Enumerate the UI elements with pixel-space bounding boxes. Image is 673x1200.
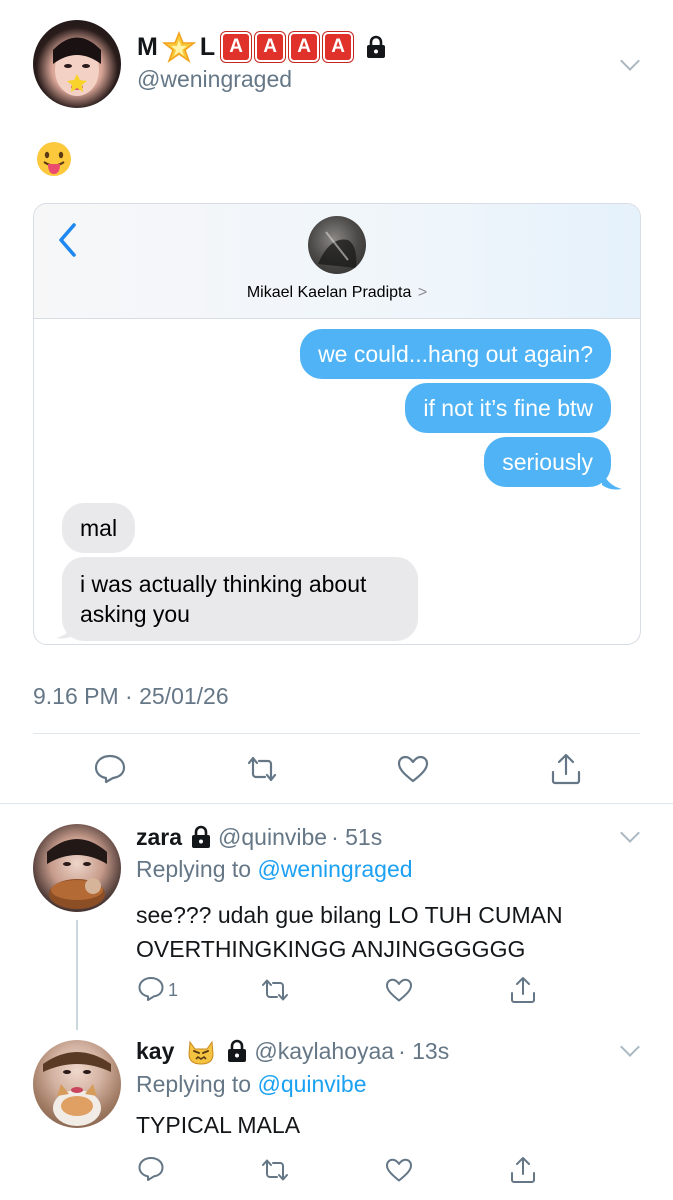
section-divider	[0, 803, 673, 804]
reply2-replying: Replying to @quinvibe	[136, 1071, 367, 1098]
contact-name: Mikael Kaelan Pradipta	[246, 284, 412, 301]
reply1-time: · 51s	[331, 823, 383, 850]
reply2-header: kay @kaylahoyaa · 13s	[136, 1036, 449, 1066]
sent-bubble-tail	[602, 469, 622, 490]
contact-chevron-icon: >	[417, 284, 428, 301]
contact-avatar	[308, 216, 366, 274]
name-letter-m: M	[137, 32, 158, 61]
reply2-replying-label: Replying to	[136, 1071, 252, 1097]
reply1-avatar[interactable]	[33, 824, 121, 912]
reply2-avatar-art	[43, 1052, 111, 1126]
received-bubble-2: i was actually thinking about asking you	[62, 557, 418, 641]
retweet-icon[interactable]	[244, 753, 280, 785]
reply2-replying-to[interactable]: @quinvibe	[257, 1071, 366, 1097]
reply-icon[interactable]	[93, 752, 127, 784]
contact-name-row[interactable]: Mikael Kaelan Pradipta >	[34, 284, 640, 302]
badge-a-2: A	[255, 32, 286, 62]
tweet-emoji	[35, 140, 73, 183]
name-letter-l: L	[199, 32, 216, 61]
like-icon[interactable]	[384, 976, 414, 1004]
sent-bubble-3: seriously	[484, 437, 611, 487]
reply1-avatar-art	[47, 839, 107, 909]
retweet-icon[interactable]	[259, 976, 291, 1004]
reply1-replying-label: Replying to	[136, 856, 252, 882]
imessage-screenshot[interactable]: Mikael Kaelan Pradipta > we could...hang…	[33, 203, 641, 645]
reply2-time: · 13s	[398, 1037, 450, 1064]
author-avatar[interactable]	[33, 20, 121, 108]
reply2-avatar[interactable]	[33, 1040, 121, 1128]
star-emoji-icon	[161, 31, 196, 63]
reply1-header: zara @quinvibe · 51s	[136, 822, 382, 852]
received-bubble-1: mal	[62, 503, 136, 553]
reply1-replying: Replying to @weningraged	[136, 856, 413, 883]
reply1-actions: 1	[0, 975, 673, 1005]
like-icon[interactable]	[396, 753, 430, 785]
badge-a-1: A	[221, 32, 252, 62]
imessage-header: Mikael Kaelan Pradipta >	[34, 204, 640, 319]
share-icon[interactable]	[508, 975, 538, 1005]
reply-icon[interactable]	[137, 1155, 165, 1183]
more-chevron-icon[interactable]	[620, 51, 640, 71]
reply2-more-chevron-icon[interactable]	[620, 1037, 640, 1057]
received-bubble-tail	[56, 618, 76, 639]
reply1-name[interactable]: zara	[136, 824, 182, 851]
badge-a-3: A	[289, 32, 320, 62]
reply1-handle[interactable]: @quinvibe	[218, 824, 327, 851]
share-icon[interactable]	[549, 752, 583, 786]
author-handle[interactable]: @weningraged	[137, 66, 292, 93]
lock-icon	[228, 1039, 247, 1062]
like-icon[interactable]	[384, 1156, 414, 1184]
reply1-text-line1: see??? udah gue bilang LO TUH CUMAN	[136, 902, 563, 928]
avatar-face-art	[53, 37, 101, 96]
reply2-handle[interactable]: @kaylahoyaa	[254, 1038, 394, 1065]
tweet-actions	[0, 752, 673, 786]
divider	[33, 733, 640, 734]
reply2-text: TYPICAL MALA	[136, 1112, 301, 1138]
sent-bubble-1: we could...hang out again?	[300, 329, 611, 379]
back-chevron-icon	[59, 223, 76, 257]
share-icon[interactable]	[508, 1155, 538, 1185]
reply1-replying-to[interactable]: @weningraged	[257, 856, 412, 882]
reply1-reply-count: 1	[168, 980, 179, 1000]
received-line-1: i was actually thinking about	[80, 571, 367, 597]
reply1-text-line2: OVERTHINGKINGG ANJINGGGGGG	[136, 936, 526, 962]
reply1-text: see??? udah gue bilang LO TUH CUMAN OVER…	[136, 898, 563, 966]
badge-a-4: A	[323, 32, 354, 62]
reply1-more-chevron-icon[interactable]	[620, 823, 640, 843]
cat-emoji-icon	[188, 1040, 214, 1065]
reply-icon[interactable]	[137, 975, 165, 1003]
lock-icon	[192, 825, 211, 848]
tweet-timestamp[interactable]: 9.16 PM · 25/01/26	[33, 683, 229, 710]
contact-avatar-art	[318, 231, 357, 268]
reply2-name[interactable]: kay	[136, 1038, 174, 1065]
sent-bubble-2: if not it’s fine btw	[405, 383, 611, 433]
received-line-2: asking you	[80, 601, 190, 627]
lock-icon	[367, 35, 386, 58]
reply2-actions	[0, 1155, 673, 1185]
author-name[interactable]: M L A A A A	[137, 30, 387, 64]
retweet-icon[interactable]	[259, 1156, 291, 1184]
tongue-emoji-icon	[37, 142, 71, 176]
